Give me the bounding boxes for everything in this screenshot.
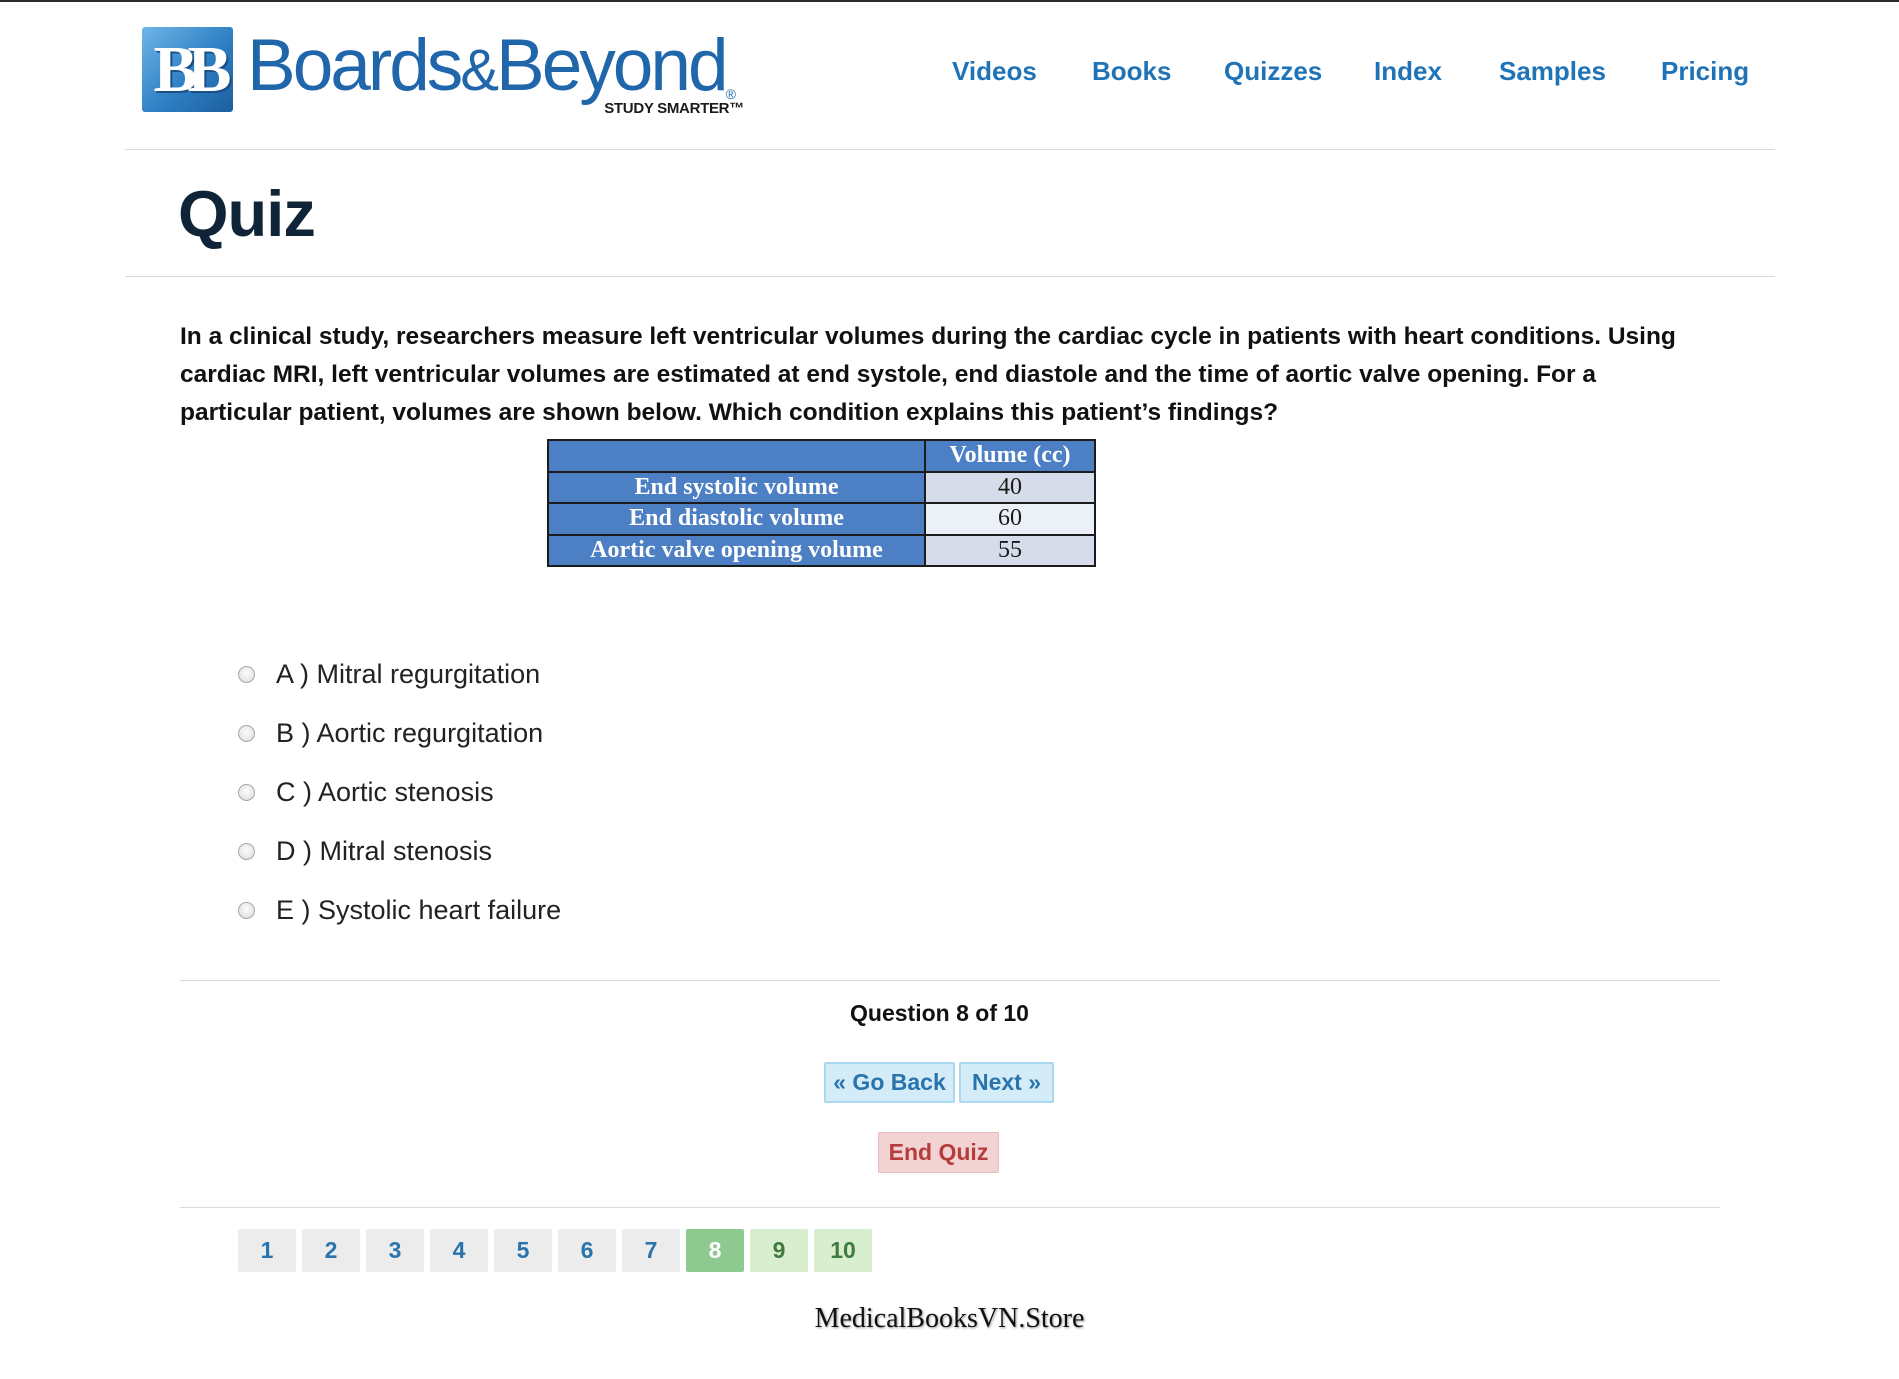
logo-wordmark: Boards&Beyond® STUDY SMARTER™: [247, 29, 744, 117]
next-button[interactable]: Next »: [959, 1062, 1054, 1103]
row-label: End systolic volume: [547, 470, 926, 504]
question-pager: 1 2 3 4 5 6 7 8 9 10: [238, 1229, 872, 1272]
controls-divider: [180, 1207, 1720, 1208]
option-e[interactable]: E ) Systolic heart failure: [238, 895, 561, 926]
logo-word-left: Boards: [247, 25, 463, 106]
option-label: B ) Aortic regurgitation: [276, 718, 544, 748]
page-button-6[interactable]: 6: [558, 1229, 616, 1272]
option-label: C ) Aortic stenosis: [276, 777, 494, 807]
logo-tagline: STUDY SMARTER™: [604, 100, 744, 117]
page-button-3[interactable]: 3: [366, 1229, 424, 1272]
row-value: 55: [924, 533, 1096, 567]
nav-index[interactable]: Index: [1374, 56, 1442, 87]
end-quiz-button[interactable]: End Quiz: [878, 1132, 999, 1173]
options-divider: [180, 980, 1720, 981]
page-button-2[interactable]: 2: [302, 1229, 360, 1272]
radio-button[interactable]: [238, 843, 255, 860]
option-label: E ) Systolic heart failure: [276, 895, 562, 925]
option-d[interactable]: D ) Mitral stenosis: [238, 836, 492, 867]
option-b[interactable]: B ) Aortic regurgitation: [238, 718, 543, 749]
table-header-row: Volume (cc): [547, 439, 1096, 473]
table-header-volume: Volume (cc): [924, 439, 1096, 473]
go-back-button[interactable]: « Go Back: [824, 1062, 955, 1103]
nav-videos[interactable]: Videos: [952, 56, 1037, 87]
volume-table: Volume (cc) End systolic volume 40 End d…: [547, 439, 1096, 567]
watermark-text: MedicalBooksVN.Store: [814, 1303, 1085, 1334]
row-value: 40: [924, 470, 1096, 504]
page-button-10[interactable]: 10: [814, 1229, 872, 1272]
site-logo[interactable]: BB Boards&Beyond® STUDY SMARTER™: [142, 27, 744, 117]
option-c[interactable]: C ) Aortic stenosis: [238, 777, 494, 808]
nav-samples[interactable]: Samples: [1499, 56, 1606, 87]
radio-button[interactable]: [238, 784, 255, 801]
logo-ampersand: &: [460, 38, 499, 103]
nav-books[interactable]: Books: [1092, 56, 1171, 87]
table-header-empty: [547, 439, 926, 473]
page-button-4[interactable]: 4: [430, 1229, 488, 1272]
page-button-8-current[interactable]: 8: [686, 1229, 744, 1272]
option-label: D ) Mitral stenosis: [276, 836, 493, 866]
page-button-1[interactable]: 1: [238, 1229, 296, 1272]
page-title: Quiz: [178, 177, 316, 250]
nav-pricing[interactable]: Pricing: [1661, 56, 1749, 87]
page-button-9[interactable]: 9: [750, 1229, 808, 1272]
option-a[interactable]: A ) Mitral regurgitation: [238, 659, 540, 690]
radio-button[interactable]: [238, 902, 255, 919]
nav-quizzes[interactable]: Quizzes: [1224, 56, 1322, 87]
radio-button[interactable]: [238, 725, 255, 742]
option-label: A ) Mitral regurgitation: [276, 659, 541, 689]
title-divider: [125, 276, 1775, 277]
row-label: End diastolic volume: [547, 502, 926, 536]
table-row: End systolic volume 40: [547, 470, 1096, 504]
table-row: End diastolic volume 60: [547, 502, 1096, 536]
page-button-7[interactable]: 7: [622, 1229, 680, 1272]
radio-button[interactable]: [238, 666, 255, 683]
header-divider: [125, 149, 1775, 150]
logo-badge: BB: [142, 27, 233, 112]
row-label: Aortic valve opening volume: [547, 533, 926, 567]
question-text: In a clinical study, researchers measure…: [180, 323, 1676, 426]
page-button-5[interactable]: 5: [494, 1229, 552, 1272]
question-counter: Question 8 of 10: [850, 1000, 1029, 1026]
top-border: [0, 0, 1899, 2]
table-row: Aortic valve opening volume 55: [547, 533, 1096, 567]
logo-word-right: Beyond: [496, 25, 729, 106]
row-value: 60: [924, 502, 1096, 536]
